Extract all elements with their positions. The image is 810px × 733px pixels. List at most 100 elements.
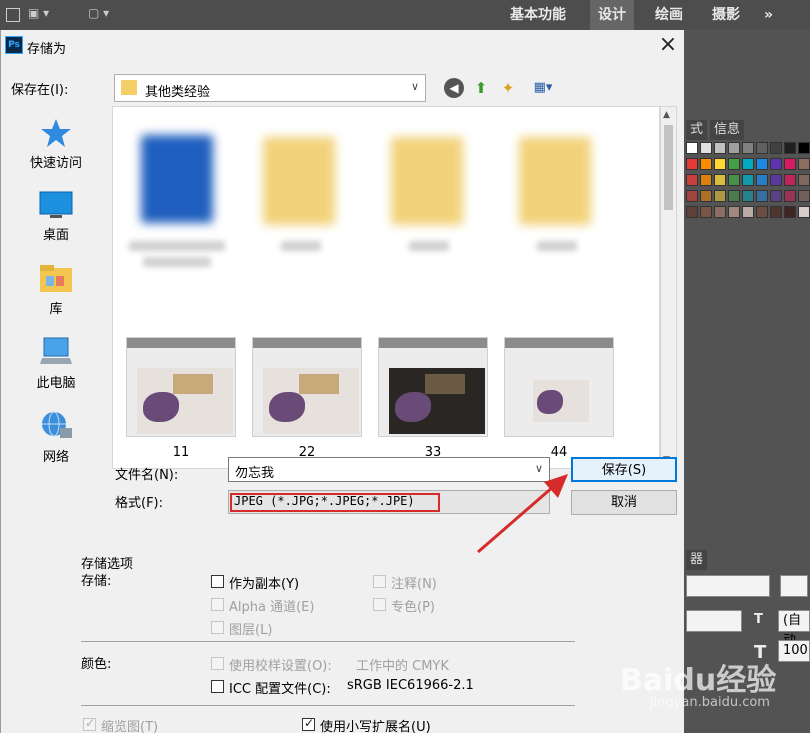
font-size-select[interactable] [780,575,808,597]
place-library[interactable]: 库 [11,262,101,317]
color-swatch[interactable] [798,142,810,154]
color-swatch[interactable] [784,158,796,170]
color-swatch[interactable] [686,190,698,202]
as-copy-checkbox[interactable] [211,575,224,588]
color-swatch[interactable] [770,158,782,170]
blurred-folder[interactable] [263,137,335,225]
color-swatch[interactable] [686,174,698,186]
cancel-button[interactable]: 取消 [571,490,677,515]
file-thumbnail[interactable] [378,337,488,437]
blurred-folder[interactable] [141,135,213,223]
color-swatch[interactable] [700,158,712,170]
layers-checkbox[interactable] [211,621,224,634]
thumbnail-checkbox[interactable]: ✓ [83,716,96,731]
color-swatch[interactable] [728,158,740,170]
leading-field[interactable]: (自动 [778,610,810,648]
place-desktop[interactable]: 桌面 [11,190,101,243]
screen-mode-icon[interactable]: ▢ ▾ [88,6,109,20]
color-swatch[interactable] [798,158,810,170]
place-this-pc[interactable]: 此电脑 [11,336,101,391]
network-globe-icon [42,411,72,438]
close-icon[interactable]: × [655,34,681,58]
back-icon[interactable]: ◀ [444,78,464,98]
color-swatch[interactable] [756,174,768,186]
more-workspaces-icon[interactable]: » [764,0,773,30]
color-swatch[interactable] [770,174,782,186]
file-thumbnail[interactable] [504,337,614,437]
color-swatch[interactable] [700,142,712,154]
color-swatch[interactable] [784,190,796,202]
panel-tab-character[interactable]: 器 [686,550,708,570]
color-swatch[interactable] [686,158,698,170]
proof-setup-value: 工作中的 CMYK [356,659,449,674]
file-list[interactable]: 11 22 33 44 [112,106,660,469]
color-swatch[interactable] [728,206,740,218]
color-swatch[interactable] [700,190,712,202]
color-swatch[interactable] [770,142,782,154]
blurred-folder[interactable] [391,137,463,225]
workspace-photography[interactable]: 摄影 [712,0,740,30]
workspace-painting[interactable]: 绘画 [655,0,683,30]
color-swatch[interactable] [728,174,740,186]
file-thumbnail[interactable] [252,337,362,437]
font-style-select[interactable] [686,575,770,597]
color-swatch[interactable] [700,174,712,186]
color-swatch[interactable] [798,190,810,202]
color-swatch[interactable] [728,142,740,154]
scroll-thumb[interactable] [664,125,673,210]
lowercase-ext-checkbox[interactable]: ✓ [302,716,315,731]
panel-tab-info[interactable]: 信息 [710,120,745,140]
view-menu-icon[interactable]: ▦▾ [527,78,559,98]
color-swatch[interactable] [784,142,796,154]
new-folder-icon[interactable]: ✦ [498,78,518,98]
color-swatch[interactable] [686,142,698,154]
color-swatch[interactable] [742,206,754,218]
arrange-icon[interactable]: ▣ ▾ [28,6,49,20]
color-swatch[interactable] [798,206,810,218]
notes-checkbox[interactable] [373,575,386,588]
kerning-select[interactable] [686,610,742,632]
color-swatch[interactable] [770,206,782,218]
up-folder-icon[interactable]: ⬆ [471,78,491,98]
icc-profile-checkbox[interactable] [211,680,224,693]
color-swatch[interactable] [714,142,726,154]
color-swatch[interactable] [784,206,796,218]
file-thumbnail[interactable] [126,337,236,437]
color-swatch[interactable] [798,174,810,186]
swatches-grid[interactable] [686,142,810,242]
color-swatch[interactable] [742,158,754,170]
file-name: 11 [172,445,190,460]
layout-icon[interactable] [6,8,20,22]
chevron-down-icon: ∨ [410,80,419,93]
scroll-up-icon[interactable]: ▲ [663,110,670,120]
color-swatch[interactable] [756,158,768,170]
workspace-design[interactable]: 设计 [590,0,634,30]
save-in-dropdown[interactable]: 其他类经验 ∨ [114,74,426,102]
blurred-folder[interactable] [519,137,591,225]
color-swatch[interactable] [714,206,726,218]
color-swatch[interactable] [742,190,754,202]
spot-checkbox[interactable] [373,598,386,611]
color-swatch[interactable] [784,174,796,186]
file-list-scrollbar[interactable]: ▲ ▼ [660,106,677,469]
color-swatch[interactable] [756,142,768,154]
alpha-checkbox[interactable] [211,598,224,611]
color-swatch[interactable] [686,206,698,218]
color-swatch[interactable] [742,142,754,154]
color-swatch[interactable] [742,174,754,186]
color-swatch[interactable] [714,174,726,186]
color-swatch[interactable] [700,206,712,218]
color-swatch[interactable] [756,190,768,202]
place-quick-access[interactable]: 快速访问 [11,118,101,171]
workspace-essentials[interactable]: 基本功能 [510,0,566,30]
proof-setup-checkbox[interactable] [211,657,224,670]
color-swatch[interactable] [728,190,740,202]
color-swatch[interactable] [714,158,726,170]
color-swatch[interactable] [756,206,768,218]
color-swatch[interactable] [714,190,726,202]
panel-tab-styles[interactable]: 式 [686,120,708,140]
color-swatch[interactable] [770,190,782,202]
vertical-scale-field[interactable]: 100 [778,640,810,662]
save-button[interactable]: 保存(S) [571,457,677,482]
place-network[interactable]: 网络 [11,410,101,465]
